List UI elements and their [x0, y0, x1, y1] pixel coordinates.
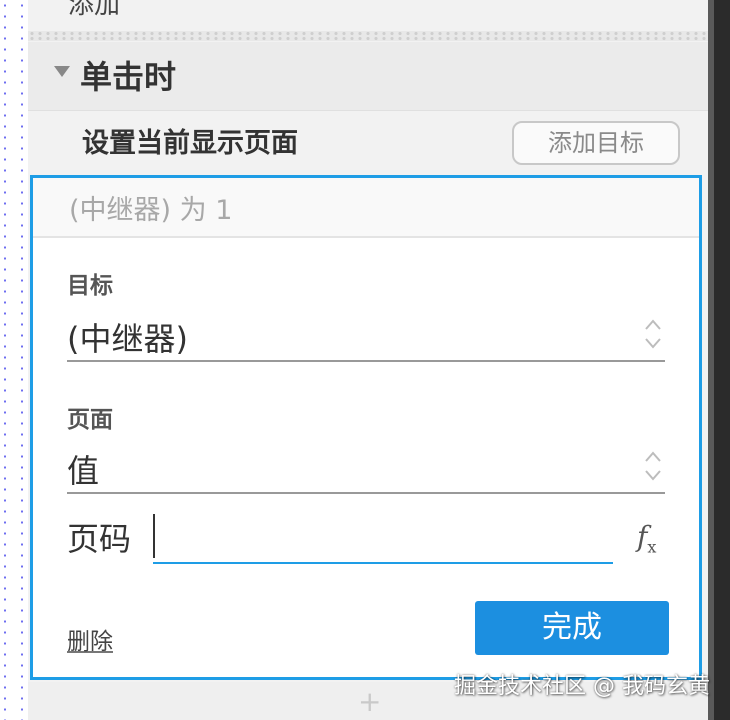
fx-icon-f: f — [637, 520, 648, 553]
action-label: 设置当前显示页面 — [82, 128, 298, 159]
separator — [28, 31, 708, 41]
event-title: 单击时 — [80, 58, 177, 96]
action-row[interactable]: 设置当前显示页面 添加目标 — [28, 111, 708, 175]
window-frame-right — [708, 0, 730, 720]
plus-icon[interactable]: + — [358, 688, 381, 716]
scrollbar-track[interactable] — [708, 0, 714, 720]
action-editor: (中继器) 为 1 目标 (中继器) 页面 值 页码 fx 删除 完成 — [30, 175, 702, 680]
interaction-panel: 添加 单击时 设置当前显示页面 添加目标 (中继器) 为 1 目标 (中继器) … — [28, 0, 708, 720]
page-select-value: 值 — [67, 452, 100, 490]
page-number-label: 页码 — [67, 520, 132, 558]
text-cursor — [153, 514, 155, 558]
page-select[interactable]: 值 — [67, 442, 665, 494]
triangle-down-icon[interactable] — [54, 66, 70, 77]
target-label: 目标 — [67, 273, 113, 299]
add-target-button[interactable]: 添加目标 — [512, 121, 680, 165]
previous-item: 添加 — [28, 0, 708, 30]
chevron-updown-icon — [645, 451, 661, 481]
event-header[interactable]: 单击时 — [28, 42, 708, 111]
done-button[interactable]: 完成 — [475, 601, 669, 655]
target-select[interactable]: (中继器) — [67, 310, 665, 362]
page-label: 页面 — [67, 407, 113, 433]
page-number-row: 页码 fx — [67, 510, 707, 570]
guide-dotted-line — [4, 0, 6, 720]
target-select-value: (中继器) — [67, 320, 188, 358]
left-guide-column — [0, 0, 28, 720]
fx-icon-x: x — [647, 537, 657, 557]
action-summary-text: (中继器) 为 1 — [69, 195, 233, 226]
delete-link[interactable]: 删除 — [67, 622, 113, 656]
previous-item-label: 添加 — [68, 0, 121, 20]
guide-dotted-line — [21, 0, 23, 720]
page-number-input[interactable] — [153, 510, 613, 564]
action-summary: (中继器) 为 1 — [33, 178, 699, 238]
watermark: 掘金技术社区 @ 我码玄黄 — [454, 674, 710, 699]
fx-icon[interactable]: fx — [637, 520, 656, 557]
chevron-updown-icon — [645, 319, 661, 349]
